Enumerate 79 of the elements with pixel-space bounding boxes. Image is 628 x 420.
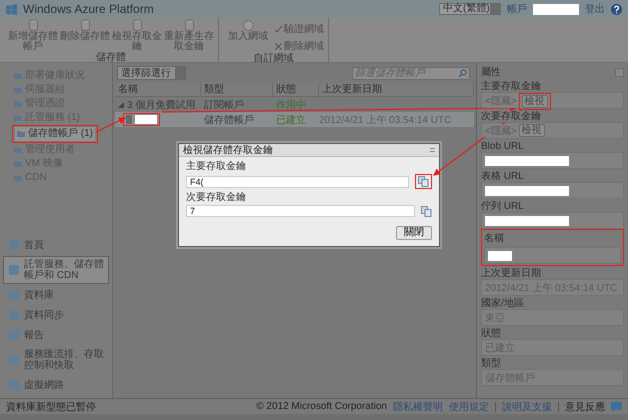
windows-logo-icon <box>6 4 17 14</box>
folder-icon <box>17 131 25 137</box>
property-label: 表格 URL <box>481 171 524 182</box>
nav-item[interactable]: 資料同步 <box>3 306 109 324</box>
account-link[interactable]: 帳戶 <box>507 2 527 16</box>
table-row[interactable]: 3 個月免費試用 訂閱帳戶 作用中 <box>115 97 474 112</box>
field-label: 次要存取金鑰 <box>186 192 247 204</box>
nav-icon <box>8 354 20 366</box>
x-icon <box>275 42 282 50</box>
column-header[interactable]: 上次更新日期 <box>319 83 474 96</box>
key-field[interactable]: F4( <box>186 176 409 188</box>
nav-icon <box>8 289 20 301</box>
ribbon-button[interactable]: 加入網域 <box>223 19 273 53</box>
help-icon[interactable] <box>611 4 622 14</box>
panel-icon[interactable] <box>615 68 624 76</box>
property-label: 上次更新日期 <box>481 268 541 279</box>
nav-item[interactable]: 首頁 <box>3 236 109 254</box>
column-header[interactable]: 名稱 <box>115 83 201 96</box>
tree-item[interactable]: 儲存體帳戶 (1) <box>15 127 95 141</box>
nav-icon <box>8 239 20 251</box>
nav-item[interactable]: 託管服務、儲存體帳戶和 CDN <box>3 256 109 284</box>
ribbon-button[interactable]: 重新產生存取金鑰 <box>164 19 214 52</box>
search-icon <box>459 69 467 77</box>
name-cell: 3 個月免費試用 <box>115 98 201 112</box>
column-header[interactable]: 狀態 <box>273 83 319 96</box>
feedback-link[interactable]: 意見反應 <box>565 400 605 414</box>
property-label: 次要存取金鑰 <box>481 111 541 122</box>
status-cell-text: 作用中 <box>275 98 307 112</box>
collapse-icon[interactable] <box>118 102 124 108</box>
property-label: 類型 <box>481 358 501 369</box>
redacted-block <box>533 4 579 14</box>
ribbon-button[interactable]: 驗證網域 <box>275 22 324 36</box>
nav-icon <box>8 329 20 341</box>
copyright-text: © 2012 Microsoft Corporation <box>256 401 387 412</box>
property-label: Blob URL <box>481 141 524 152</box>
ribbon-button[interactable]: 檢視存取金鑰 <box>112 19 162 52</box>
property-label: 名稱 <box>484 233 504 244</box>
nav-icon <box>8 309 20 321</box>
ribbon-button[interactable]: 刪除儲存體 <box>60 19 110 52</box>
property-label: 主要存取金鑰 <box>481 81 541 92</box>
nav-item[interactable]: 報告 <box>3 326 109 344</box>
status-cell-text: 已建立 <box>275 114 307 126</box>
logout-link[interactable]: 登出 <box>585 2 605 16</box>
footer-link[interactable]: 使用規定 <box>449 400 489 414</box>
table-cell-text: 訂閱帳戶 <box>203 98 245 112</box>
status-text: 資料庫新型態已暫停 <box>6 400 96 414</box>
view-button[interactable]: 檢視 <box>518 124 545 137</box>
ribbon-button[interactable]: 刪除網域 <box>275 39 324 53</box>
property-label: 國家/地區 <box>481 298 524 309</box>
ribbon-button[interactable]: 新增儲存體帳戶 <box>8 19 58 52</box>
column-header[interactable]: 類型 <box>201 83 273 96</box>
property-label: 佇列 URL <box>481 201 524 212</box>
logo-text: Windows Azure Platform <box>23 2 154 16</box>
dialog-title: 檢視儲存體存取金鑰 <box>183 144 273 157</box>
footer-link[interactable]: 隱私權聲明 <box>393 400 443 414</box>
panel-title: 屬性 <box>481 66 501 79</box>
grip-icon <box>430 148 435 152</box>
field-label: 主要存取金鑰 <box>186 161 247 173</box>
filter-dropdown[interactable]: 選擇篩選行 <box>117 66 186 80</box>
redacted-block <box>488 250 512 260</box>
nav-icon <box>8 379 20 391</box>
storage-icon <box>126 115 132 124</box>
close-button[interactable]: 關閉 <box>396 226 432 240</box>
language-select[interactable]: 中文(繁體) <box>439 3 501 15</box>
nav-icon <box>8 264 20 276</box>
nav-item[interactable]: 資料庫 <box>3 286 109 304</box>
view-button[interactable]: 檢視 <box>522 95 548 108</box>
redacted-block <box>135 115 157 124</box>
nav-item[interactable]: 服務匯流排、存取控制和快取 <box>3 346 109 374</box>
copy-icon[interactable] <box>418 176 429 187</box>
check-icon <box>275 26 282 32</box>
ribbon-group-label: 自訂網域 <box>252 53 294 64</box>
key-field[interactable]: 7 <box>186 205 415 217</box>
property-label: 狀態 <box>481 328 501 339</box>
nav-item[interactable]: 虛擬網路 <box>3 376 109 394</box>
copy-icon[interactable] <box>421 206 432 216</box>
table-cell-text: 儲存體帳戶 <box>203 114 255 126</box>
help-link[interactable]: 說明及支援 <box>502 400 552 414</box>
ribbon-group-label: 儲存體 <box>95 52 127 63</box>
